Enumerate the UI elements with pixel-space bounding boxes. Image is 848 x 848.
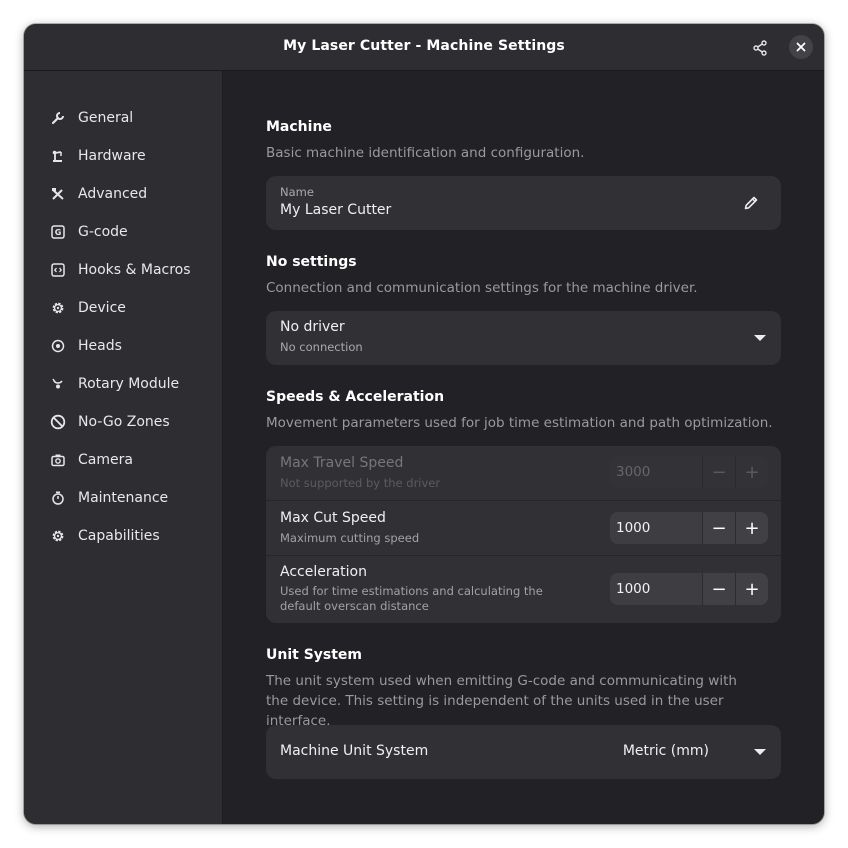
close-icon <box>796 42 806 52</box>
settings-window: My Laser Cutter - Machine Settings Gener… <box>24 24 824 824</box>
machine-unit-system-row[interactable]: Machine Unit System Metric (mm) <box>266 725 781 779</box>
sidebar-item-general[interactable]: General <box>24 100 222 136</box>
max-travel-speed-spinner: 3000 − + <box>610 456 768 488</box>
max-cut-speed-spinner[interactable]: 1000 − + <box>610 512 768 544</box>
svg-text:G: G <box>55 228 62 237</box>
decrement-button[interactable]: − <box>702 573 735 605</box>
machine-section-description: Basic machine identification and configu… <box>266 145 585 161</box>
target-icon <box>50 338 66 354</box>
speeds-section-description: Movement parameters used for job time es… <box>266 415 773 431</box>
name-value[interactable]: My Laser Cutter <box>280 202 391 218</box>
acceleration-subtitle: Used for time estimations and calculatin… <box>280 584 543 613</box>
sidebar-item-capabilities[interactable]: Capabilities <box>24 518 222 554</box>
sidebar-item-label: Rotary Module <box>78 376 180 392</box>
max-travel-speed-label: Max Travel Speed <box>280 455 404 471</box>
sidebar-item-gcode[interactable]: G G-code <box>24 214 222 250</box>
rotary-icon <box>50 376 66 392</box>
sidebar-item-label: No-Go Zones <box>78 414 170 430</box>
prohibited-icon <box>50 414 66 430</box>
sidebar-item-heads[interactable]: Heads <box>24 328 222 364</box>
driver-section-title: No settings <box>266 254 357 270</box>
sidebar-item-advanced[interactable]: Advanced <box>24 176 222 212</box>
sidebar-item-label: Hardware <box>78 148 146 164</box>
machine-section-title: Machine <box>266 119 332 135</box>
code-icon <box>50 262 66 278</box>
sidebar-item-label: Maintenance <box>78 490 169 506</box>
sidebar-item-label: G-code <box>78 224 128 240</box>
sidebar-item-label: Capabilities <box>78 528 160 544</box>
driver-dropdown[interactable]: No driver No connection <box>266 311 781 365</box>
units-section-title: Unit System <box>266 647 363 663</box>
chevron-down-icon[interactable] <box>754 749 766 755</box>
sidebar-item-rotary-module[interactable]: Rotary Module <box>24 366 222 402</box>
driver-section-description: Connection and communication settings fo… <box>266 280 698 296</box>
sidebar-item-label: Hooks & Macros <box>78 262 191 278</box>
driver-status: No connection <box>280 340 363 354</box>
increment-button: + <box>735 456 768 488</box>
share-icon <box>753 40 767 56</box>
sidebar-item-device[interactable]: Device <box>24 290 222 326</box>
driver-selected: No driver <box>280 319 345 335</box>
sidebar-item-label: Heads <box>78 338 122 354</box>
acceleration-label: Acceleration <box>280 564 367 580</box>
decrement-button[interactable]: − <box>702 512 735 544</box>
chevron-down-icon <box>754 335 766 341</box>
stopwatch-icon <box>50 490 66 506</box>
tools-icon <box>50 186 66 202</box>
increment-button[interactable]: + <box>735 512 768 544</box>
units-section-description: The unit system used when emitting G-cod… <box>266 673 737 729</box>
speeds-card: Max Travel Speed Not supported by the dr… <box>266 446 781 623</box>
sidebar-item-no-go-zones[interactable]: No-Go Zones <box>24 404 222 440</box>
settings-content: Machine Basic machine identification and… <box>223 71 824 824</box>
max-cut-speed-row: Max Cut Speed Maximum cutting speed 1000… <box>266 501 781 555</box>
edit-name-button[interactable] <box>742 194 760 212</box>
sidebar-item-label: Advanced <box>78 186 148 202</box>
camera-icon <box>50 452 66 468</box>
close-button[interactable] <box>789 35 813 59</box>
max-cut-speed-label: Max Cut Speed <box>280 510 386 526</box>
sidebar-item-hardware[interactable]: Hardware <box>24 138 222 174</box>
pencil-icon <box>744 196 758 210</box>
speeds-section-title: Speeds & Acceleration <box>266 389 445 405</box>
decrement-button: − <box>702 456 735 488</box>
acceleration-row: Acceleration Used for time estimations a… <box>266 556 781 623</box>
sidebar-item-label: Device <box>78 300 126 316</box>
gear-icon <box>50 528 66 544</box>
max-cut-speed-subtitle: Maximum cutting speed <box>280 531 420 545</box>
sidebar: General Hardware Advanced G G-code Hooks… <box>24 71 223 824</box>
sidebar-item-camera[interactable]: Camera <box>24 442 222 478</box>
sidebar-item-maintenance[interactable]: Maintenance <box>24 480 222 516</box>
sidebar-item-hooks-macros[interactable]: Hooks & Macros <box>24 252 222 288</box>
machine-unit-system-label: Machine Unit System <box>280 743 429 759</box>
wrench-icon <box>50 110 66 126</box>
gcode-icon: G <box>50 224 66 240</box>
max-travel-speed-row: Max Travel Speed Not supported by the dr… <box>266 446 781 500</box>
unit-system-selected[interactable]: Metric (mm) <box>623 743 709 759</box>
max-travel-speed-input: 3000 <box>610 456 702 488</box>
laser-arm-icon <box>50 148 66 164</box>
name-label: Name <box>280 185 314 199</box>
max-travel-speed-subtitle: Not supported by the driver <box>280 476 441 490</box>
sidebar-item-label: Camera <box>78 452 133 468</box>
gear-icon <box>50 300 66 316</box>
max-cut-speed-input[interactable]: 1000 <box>610 512 702 544</box>
increment-button[interactable]: + <box>735 573 768 605</box>
share-button[interactable] <box>748 36 772 60</box>
title-bar: My Laser Cutter - Machine Settings <box>24 24 824 71</box>
acceleration-input[interactable]: 1000 <box>610 573 702 605</box>
name-entry-row[interactable]: Name My Laser Cutter <box>266 176 781 230</box>
window-title: My Laser Cutter - Machine Settings <box>283 38 565 54</box>
acceleration-spinner[interactable]: 1000 − + <box>610 573 768 605</box>
sidebar-item-label: General <box>78 110 134 126</box>
